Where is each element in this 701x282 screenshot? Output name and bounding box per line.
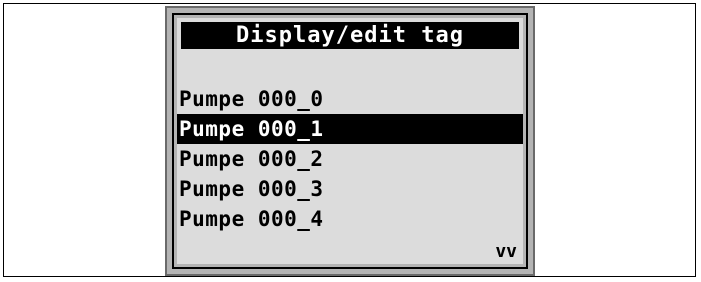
lcd-border: Display/edit tag Pumpe 000_0 Pumpe 000_1… <box>172 13 528 269</box>
tag-list: Pumpe 000_0 Pumpe 000_1 Pumpe 000_2 Pump… <box>177 84 523 234</box>
screen-title: Display/edit tag <box>181 22 519 49</box>
tag-list-item[interactable]: Pumpe 000_4 <box>177 204 523 234</box>
tag-list-item-selected[interactable]: Pumpe 000_1 <box>177 114 523 144</box>
tag-list-item[interactable]: Pumpe 000_0 <box>177 84 523 114</box>
lcd-display-bezel: Display/edit tag Pumpe 000_0 Pumpe 000_1… <box>165 6 535 276</box>
lcd-screen: Display/edit tag Pumpe 000_0 Pumpe 000_1… <box>177 18 523 264</box>
tag-list-item[interactable]: Pumpe 000_2 <box>177 144 523 174</box>
scroll-down-indicator: vv <box>495 241 517 262</box>
tag-list-item[interactable]: Pumpe 000_3 <box>177 174 523 204</box>
